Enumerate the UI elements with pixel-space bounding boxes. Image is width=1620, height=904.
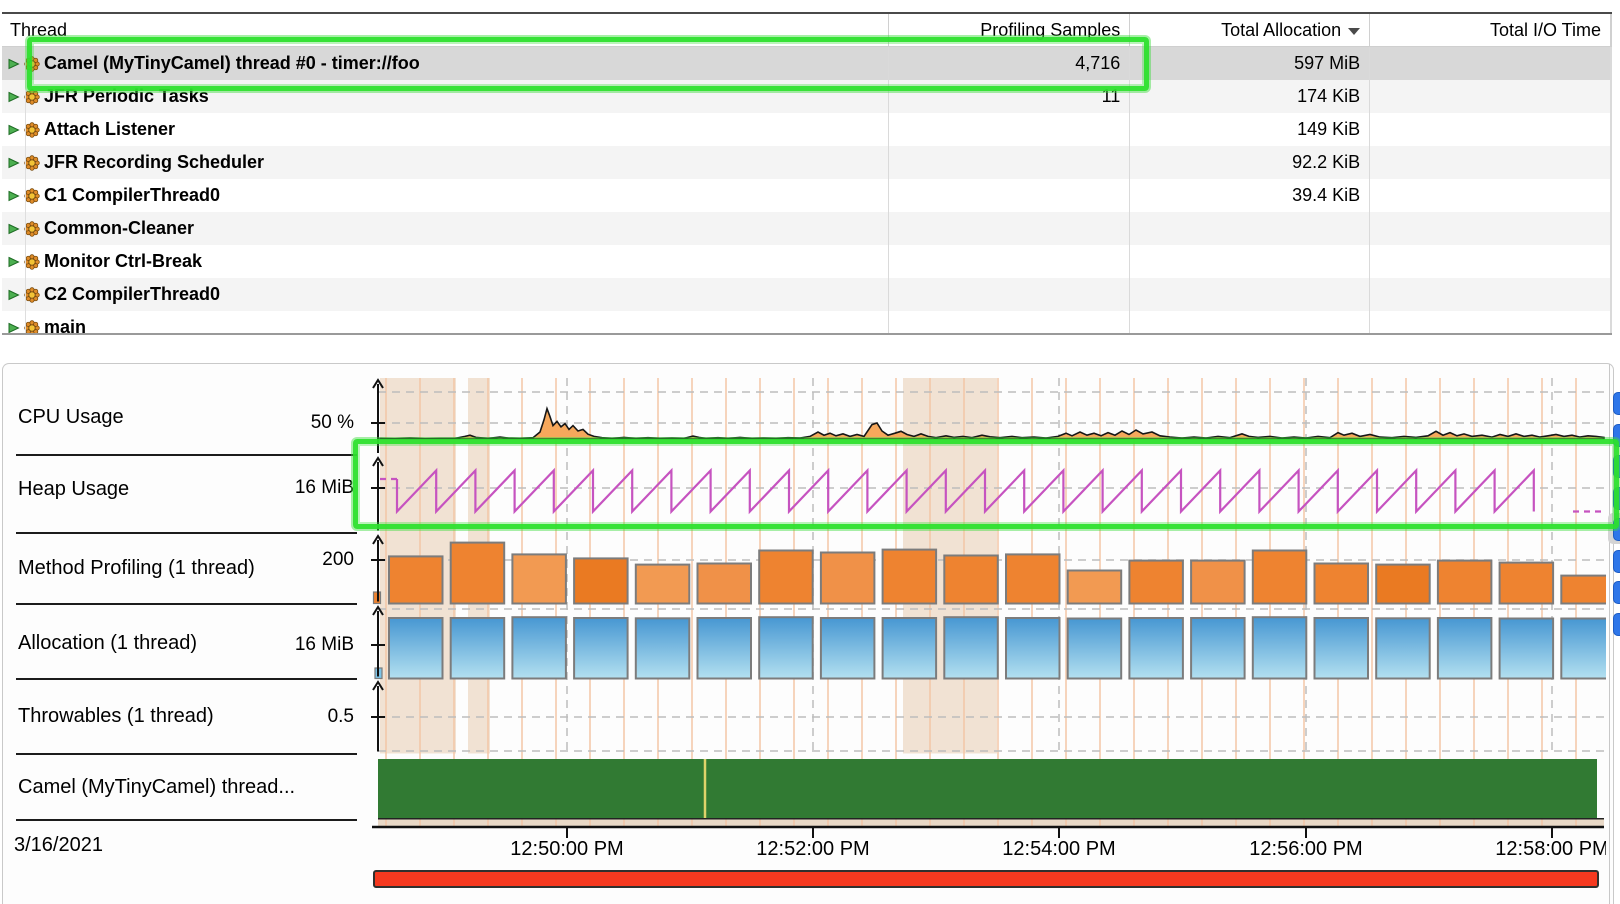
- table-row[interactable]: JFR Recording Scheduler 92.2 KiB: [2, 146, 1612, 179]
- total-allocation-cell: 174 KiB: [1130, 80, 1370, 113]
- total-io-cell: [1370, 113, 1611, 146]
- annotation-box-heap-lane: [353, 439, 1619, 529]
- thread-name: C2 CompilerThread0: [44, 278, 220, 311]
- total-io-cell: [1370, 80, 1611, 113]
- total-io-cell: [1370, 146, 1611, 179]
- sort-descending-icon: [1348, 28, 1360, 35]
- expand-triangle-icon[interactable]: [8, 190, 20, 202]
- chart-config-button-6[interactable]: [1613, 581, 1620, 604]
- thread-gear-icon: [24, 188, 40, 204]
- thread-name-cell[interactable]: Common-Cleaner: [2, 212, 889, 245]
- total-allocation-cell: [1130, 311, 1370, 335]
- thread-name: Attach Listener: [44, 113, 175, 146]
- total-blocked-cell: [1611, 278, 1612, 311]
- thread-gear-icon: [24, 287, 40, 303]
- total-io-cell: [1370, 245, 1611, 278]
- thread-gear-icon: [24, 320, 40, 336]
- total-blocked-cell: [1611, 311, 1612, 335]
- table-row[interactable]: C2 CompilerThread0: [2, 278, 1612, 311]
- total-blocked-cell: [1611, 212, 1612, 245]
- column-header-total-io-time[interactable]: Total I/O Time: [1370, 14, 1611, 46]
- total-io-cell: [1370, 179, 1611, 212]
- profiling-samples-cell: [889, 311, 1130, 335]
- thread-name: C1 CompilerThread0: [44, 179, 220, 212]
- thread-gear-icon: [24, 254, 40, 270]
- total-blocked-cell: [1611, 146, 1612, 179]
- thread-name-cell[interactable]: C1 CompilerThread0: [2, 179, 889, 212]
- thread-name-cell[interactable]: Attach Listener: [2, 113, 889, 146]
- annotation-box-selected-thread: [27, 37, 1149, 91]
- total-blocked-cell: [1611, 80, 1612, 113]
- expand-triangle-icon[interactable]: [8, 157, 20, 169]
- table-row[interactable]: main: [2, 311, 1612, 335]
- profiling-samples-cell: [889, 113, 1130, 146]
- tree-indent-guide: [25, 47, 26, 333]
- total-io-cell: [1370, 278, 1611, 311]
- thread-name-cell[interactable]: C2 CompilerThread0: [2, 278, 889, 311]
- thread-gear-icon: [24, 122, 40, 138]
- total-allocation-cell: [1130, 278, 1370, 311]
- expand-triangle-icon[interactable]: [8, 91, 20, 103]
- column-header-total-allocation-label: Total Allocation: [1221, 20, 1341, 40]
- table-row[interactable]: Monitor Ctrl-Break: [2, 245, 1612, 278]
- thread-gear-icon: [24, 221, 40, 237]
- expand-triangle-icon[interactable]: [8, 256, 20, 268]
- profiling-samples-cell: [889, 146, 1130, 179]
- column-header-total-blocked-time[interactable]: Total Blocked Time: [1611, 14, 1612, 46]
- profiling-samples-cell: [889, 179, 1130, 212]
- thread-name: Common-Cleaner: [44, 212, 194, 245]
- total-blocked-cell: [1611, 179, 1612, 212]
- total-allocation-cell: 597 MiB: [1130, 47, 1370, 80]
- profiling-samples-cell: [889, 278, 1130, 311]
- thread-gear-icon: [24, 155, 40, 171]
- profiling-samples-cell: [889, 212, 1130, 245]
- total-allocation-cell: 149 KiB: [1130, 113, 1370, 146]
- thread-name: main: [44, 311, 86, 335]
- total-blocked-cell: [1611, 245, 1612, 278]
- chart-config-button-0[interactable]: [1613, 392, 1620, 415]
- thread-name-cell[interactable]: JFR Recording Scheduler: [2, 146, 889, 179]
- total-allocation-cell: [1130, 212, 1370, 245]
- thread-name-cell[interactable]: main: [2, 311, 889, 335]
- chart-config-button-7[interactable]: [1613, 613, 1620, 636]
- total-blocked-cell: [1611, 113, 1612, 146]
- expand-triangle-icon[interactable]: [8, 124, 20, 136]
- expand-triangle-icon[interactable]: [8, 58, 20, 70]
- table-row[interactable]: C1 CompilerThread0 39.4 KiB: [2, 179, 1612, 212]
- profiling-samples-cell: [889, 245, 1130, 278]
- column-header-total-allocation[interactable]: Total Allocation: [1130, 14, 1370, 46]
- total-allocation-cell: [1130, 245, 1370, 278]
- expand-triangle-icon[interactable]: [8, 322, 20, 334]
- thread-name: Monitor Ctrl-Break: [44, 245, 202, 278]
- total-allocation-cell: 92.2 KiB: [1130, 146, 1370, 179]
- total-blocked-cell: [1611, 47, 1612, 80]
- thread-name: JFR Recording Scheduler: [44, 146, 264, 179]
- total-allocation-cell: 39.4 KiB: [1130, 179, 1370, 212]
- total-io-cell: [1370, 311, 1611, 335]
- thread-name-cell[interactable]: Monitor Ctrl-Break: [2, 245, 889, 278]
- jmc-threads-view: Thread Profiling Samples Total Allocatio…: [0, 0, 1620, 904]
- total-io-cell: [1370, 212, 1611, 245]
- table-row[interactable]: Attach Listener 149 KiB: [2, 113, 1612, 146]
- table-row[interactable]: Common-Cleaner: [2, 212, 1612, 245]
- total-io-cell: [1370, 47, 1611, 80]
- expand-triangle-icon[interactable]: [8, 223, 20, 235]
- chart-config-button-5[interactable]: [1613, 550, 1620, 573]
- expand-triangle-icon[interactable]: [8, 289, 20, 301]
